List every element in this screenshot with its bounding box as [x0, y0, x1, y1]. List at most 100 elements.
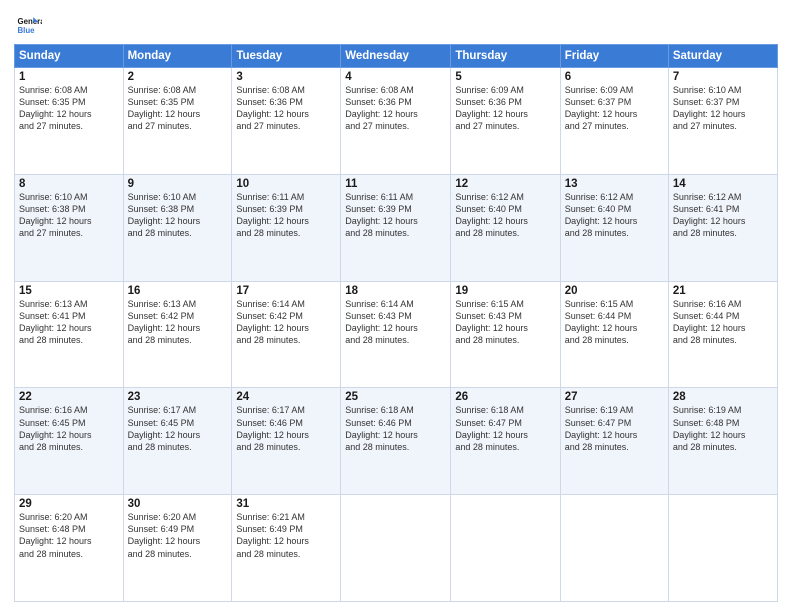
day-info: Sunrise: 6:08 AM Sunset: 6:36 PM Dayligh…	[345, 84, 446, 133]
calendar-cell: 31Sunrise: 6:21 AM Sunset: 6:49 PM Dayli…	[232, 495, 341, 602]
weekday-thursday: Thursday	[451, 45, 560, 68]
day-number: 10	[236, 178, 336, 190]
day-info: Sunrise: 6:11 AM Sunset: 6:39 PM Dayligh…	[236, 191, 336, 240]
day-info: Sunrise: 6:09 AM Sunset: 6:37 PM Dayligh…	[565, 84, 664, 133]
calendar-cell: 18Sunrise: 6:14 AM Sunset: 6:43 PM Dayli…	[341, 281, 451, 388]
calendar-cell: 8Sunrise: 6:10 AM Sunset: 6:38 PM Daylig…	[15, 174, 124, 281]
day-number: 23	[128, 391, 228, 403]
day-info: Sunrise: 6:18 AM Sunset: 6:47 PM Dayligh…	[455, 404, 555, 453]
day-number: 26	[455, 391, 555, 403]
day-info: Sunrise: 6:09 AM Sunset: 6:36 PM Dayligh…	[455, 84, 555, 133]
day-number: 27	[565, 391, 664, 403]
calendar-cell: 24Sunrise: 6:17 AM Sunset: 6:46 PM Dayli…	[232, 388, 341, 495]
day-info: Sunrise: 6:16 AM Sunset: 6:44 PM Dayligh…	[673, 298, 773, 347]
day-number: 3	[236, 71, 336, 83]
day-info: Sunrise: 6:17 AM Sunset: 6:45 PM Dayligh…	[128, 404, 228, 453]
weekday-monday: Monday	[123, 45, 232, 68]
day-info: Sunrise: 6:08 AM Sunset: 6:35 PM Dayligh…	[19, 84, 119, 133]
day-info: Sunrise: 6:13 AM Sunset: 6:41 PM Dayligh…	[19, 298, 119, 347]
day-info: Sunrise: 6:10 AM Sunset: 6:38 PM Dayligh…	[128, 191, 228, 240]
calendar-cell: 17Sunrise: 6:14 AM Sunset: 6:42 PM Dayli…	[232, 281, 341, 388]
calendar-week-5: 29Sunrise: 6:20 AM Sunset: 6:48 PM Dayli…	[15, 495, 778, 602]
page: General Blue SundayMondayTuesdayWednesda…	[0, 0, 792, 612]
day-info: Sunrise: 6:12 AM Sunset: 6:40 PM Dayligh…	[565, 191, 664, 240]
calendar-cell: 21Sunrise: 6:16 AM Sunset: 6:44 PM Dayli…	[668, 281, 777, 388]
day-number: 6	[565, 71, 664, 83]
calendar-cell: 14Sunrise: 6:12 AM Sunset: 6:41 PM Dayli…	[668, 174, 777, 281]
calendar-cell: 29Sunrise: 6:20 AM Sunset: 6:48 PM Dayli…	[15, 495, 124, 602]
calendar-cell: 13Sunrise: 6:12 AM Sunset: 6:40 PM Dayli…	[560, 174, 668, 281]
day-info: Sunrise: 6:14 AM Sunset: 6:42 PM Dayligh…	[236, 298, 336, 347]
calendar-cell: 25Sunrise: 6:18 AM Sunset: 6:46 PM Dayli…	[341, 388, 451, 495]
calendar-cell: 6Sunrise: 6:09 AM Sunset: 6:37 PM Daylig…	[560, 68, 668, 175]
day-info: Sunrise: 6:20 AM Sunset: 6:49 PM Dayligh…	[128, 511, 228, 560]
day-number: 11	[345, 178, 446, 190]
day-number: 25	[345, 391, 446, 403]
day-info: Sunrise: 6:15 AM Sunset: 6:43 PM Dayligh…	[455, 298, 555, 347]
weekday-tuesday: Tuesday	[232, 45, 341, 68]
day-number: 21	[673, 285, 773, 297]
day-number: 24	[236, 391, 336, 403]
day-number: 31	[236, 498, 336, 510]
calendar-cell: 10Sunrise: 6:11 AM Sunset: 6:39 PM Dayli…	[232, 174, 341, 281]
calendar-cell: 7Sunrise: 6:10 AM Sunset: 6:37 PM Daylig…	[668, 68, 777, 175]
day-number: 22	[19, 391, 119, 403]
svg-text:Blue: Blue	[18, 26, 36, 35]
calendar-week-3: 15Sunrise: 6:13 AM Sunset: 6:41 PM Dayli…	[15, 281, 778, 388]
calendar-cell: 30Sunrise: 6:20 AM Sunset: 6:49 PM Dayli…	[123, 495, 232, 602]
day-info: Sunrise: 6:16 AM Sunset: 6:45 PM Dayligh…	[19, 404, 119, 453]
calendar-cell: 5Sunrise: 6:09 AM Sunset: 6:36 PM Daylig…	[451, 68, 560, 175]
day-info: Sunrise: 6:14 AM Sunset: 6:43 PM Dayligh…	[345, 298, 446, 347]
day-info: Sunrise: 6:17 AM Sunset: 6:46 PM Dayligh…	[236, 404, 336, 453]
calendar-cell	[560, 495, 668, 602]
calendar-cell: 15Sunrise: 6:13 AM Sunset: 6:41 PM Dayli…	[15, 281, 124, 388]
calendar-cell: 2Sunrise: 6:08 AM Sunset: 6:35 PM Daylig…	[123, 68, 232, 175]
day-number: 13	[565, 178, 664, 190]
day-info: Sunrise: 6:15 AM Sunset: 6:44 PM Dayligh…	[565, 298, 664, 347]
day-info: Sunrise: 6:21 AM Sunset: 6:49 PM Dayligh…	[236, 511, 336, 560]
calendar-cell: 26Sunrise: 6:18 AM Sunset: 6:47 PM Dayli…	[451, 388, 560, 495]
calendar-week-4: 22Sunrise: 6:16 AM Sunset: 6:45 PM Dayli…	[15, 388, 778, 495]
day-number: 14	[673, 178, 773, 190]
day-info: Sunrise: 6:10 AM Sunset: 6:38 PM Dayligh…	[19, 191, 119, 240]
day-number: 5	[455, 71, 555, 83]
day-number: 29	[19, 498, 119, 510]
weekday-saturday: Saturday	[668, 45, 777, 68]
day-info: Sunrise: 6:13 AM Sunset: 6:42 PM Dayligh…	[128, 298, 228, 347]
day-number: 16	[128, 285, 228, 297]
day-number: 1	[19, 71, 119, 83]
day-number: 20	[565, 285, 664, 297]
weekday-wednesday: Wednesday	[341, 45, 451, 68]
day-info: Sunrise: 6:10 AM Sunset: 6:37 PM Dayligh…	[673, 84, 773, 133]
calendar-cell: 20Sunrise: 6:15 AM Sunset: 6:44 PM Dayli…	[560, 281, 668, 388]
day-number: 9	[128, 178, 228, 190]
day-number: 19	[455, 285, 555, 297]
day-number: 15	[19, 285, 119, 297]
day-info: Sunrise: 6:12 AM Sunset: 6:41 PM Dayligh…	[673, 191, 773, 240]
svg-text:General: General	[18, 17, 43, 26]
day-info: Sunrise: 6:18 AM Sunset: 6:46 PM Dayligh…	[345, 404, 446, 453]
weekday-header-row: SundayMondayTuesdayWednesdayThursdayFrid…	[15, 45, 778, 68]
day-number: 30	[128, 498, 228, 510]
day-info: Sunrise: 6:08 AM Sunset: 6:35 PM Dayligh…	[128, 84, 228, 133]
calendar-cell: 11Sunrise: 6:11 AM Sunset: 6:39 PM Dayli…	[341, 174, 451, 281]
calendar-body: 1Sunrise: 6:08 AM Sunset: 6:35 PM Daylig…	[15, 68, 778, 602]
day-number: 18	[345, 285, 446, 297]
logo: General Blue	[14, 10, 46, 38]
header: General Blue	[14, 10, 778, 38]
calendar-cell: 12Sunrise: 6:12 AM Sunset: 6:40 PM Dayli…	[451, 174, 560, 281]
calendar-cell: 27Sunrise: 6:19 AM Sunset: 6:47 PM Dayli…	[560, 388, 668, 495]
calendar-cell: 4Sunrise: 6:08 AM Sunset: 6:36 PM Daylig…	[341, 68, 451, 175]
logo-icon: General Blue	[14, 10, 42, 38]
calendar-cell: 1Sunrise: 6:08 AM Sunset: 6:35 PM Daylig…	[15, 68, 124, 175]
day-number: 4	[345, 71, 446, 83]
calendar-cell	[451, 495, 560, 602]
calendar-week-1: 1Sunrise: 6:08 AM Sunset: 6:35 PM Daylig…	[15, 68, 778, 175]
calendar-cell	[668, 495, 777, 602]
weekday-sunday: Sunday	[15, 45, 124, 68]
day-info: Sunrise: 6:12 AM Sunset: 6:40 PM Dayligh…	[455, 191, 555, 240]
calendar-cell: 19Sunrise: 6:15 AM Sunset: 6:43 PM Dayli…	[451, 281, 560, 388]
day-info: Sunrise: 6:11 AM Sunset: 6:39 PM Dayligh…	[345, 191, 446, 240]
day-info: Sunrise: 6:19 AM Sunset: 6:48 PM Dayligh…	[673, 404, 773, 453]
calendar-week-2: 8Sunrise: 6:10 AM Sunset: 6:38 PM Daylig…	[15, 174, 778, 281]
